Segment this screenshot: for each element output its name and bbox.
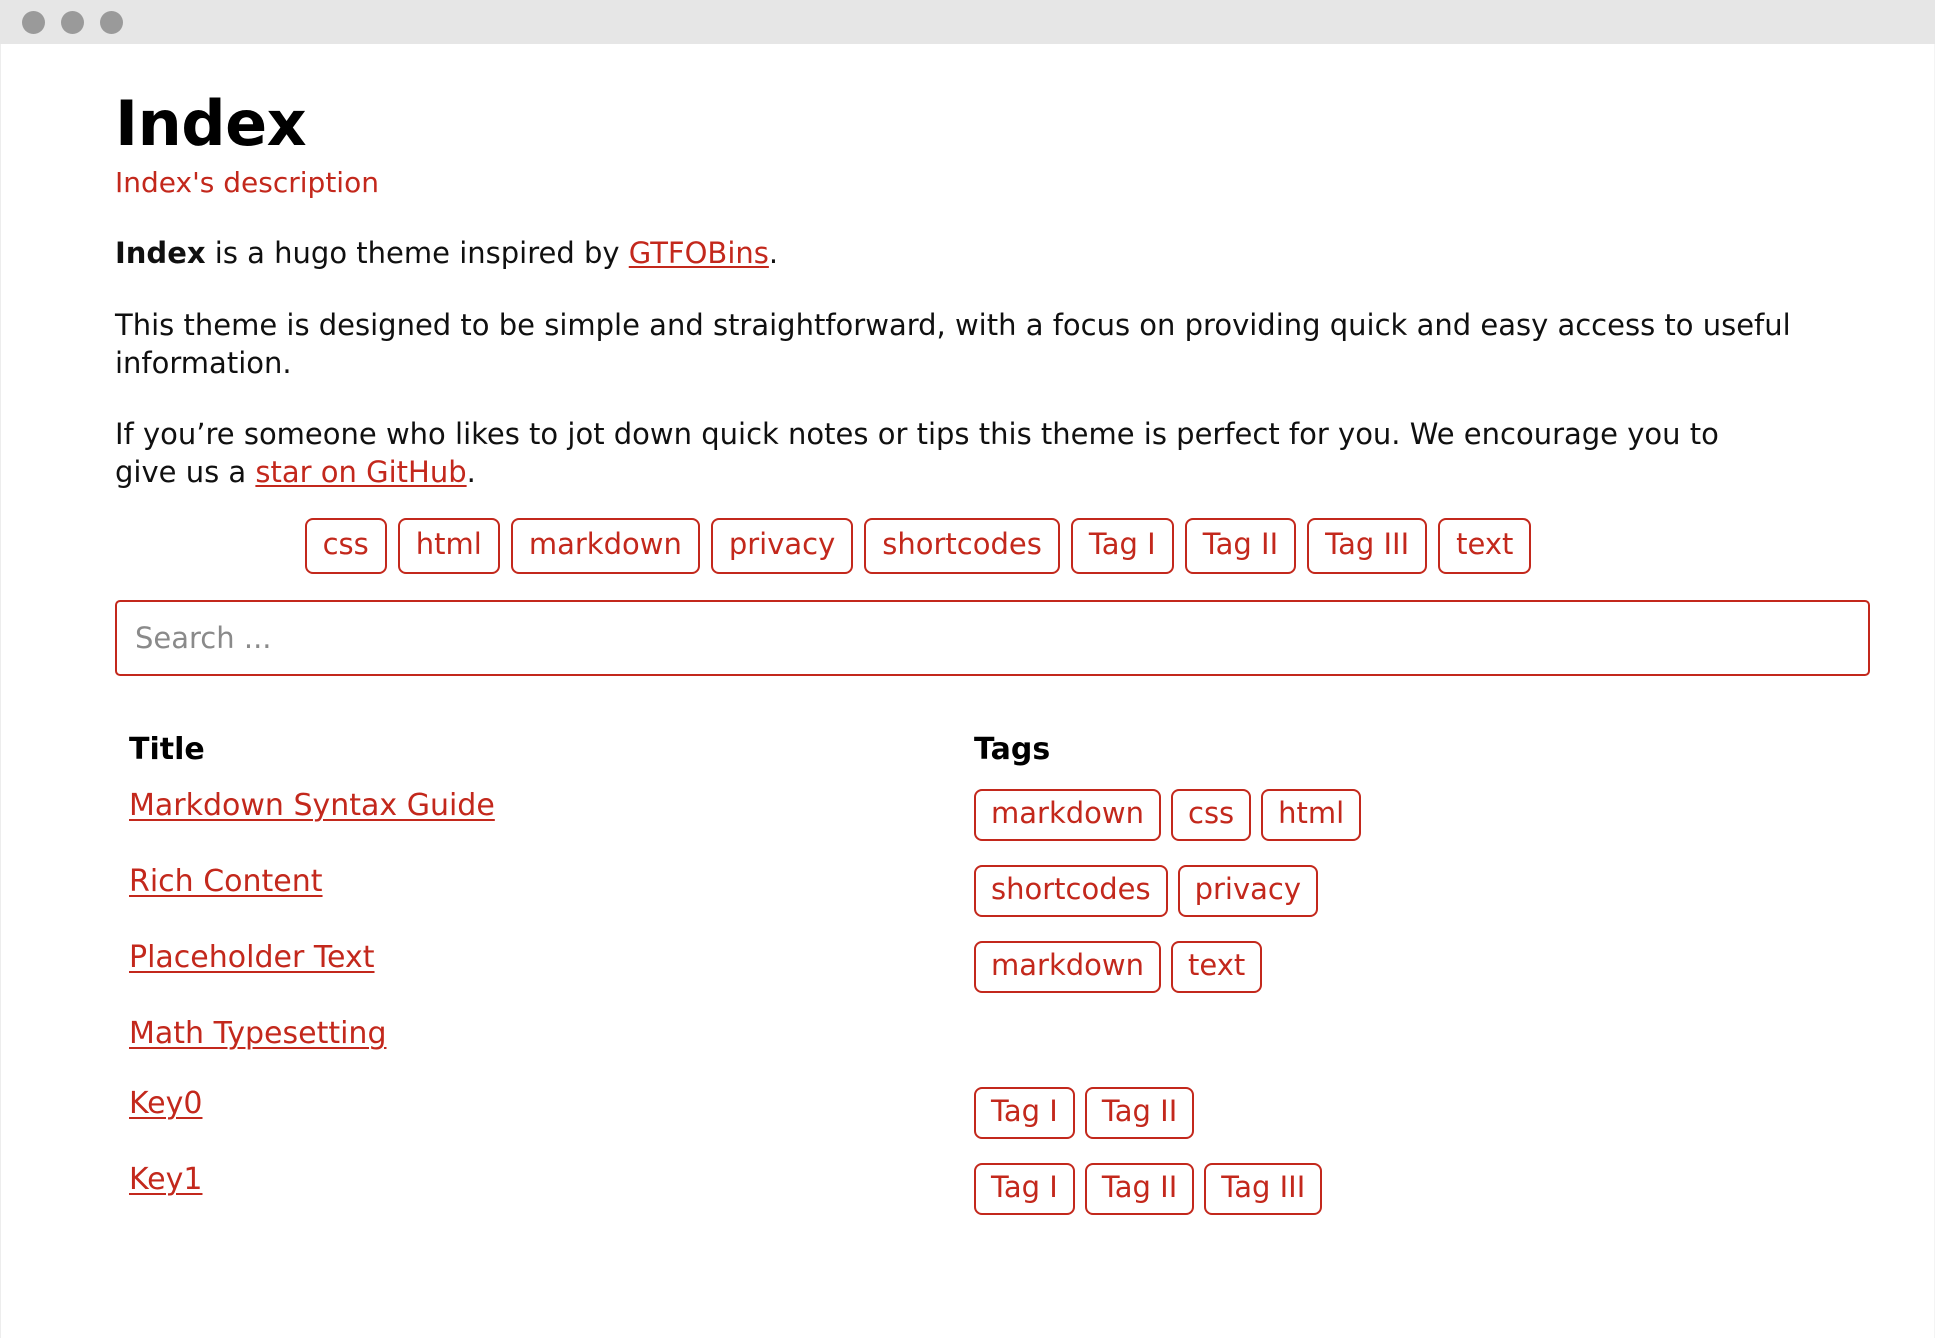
tag-filter-pill[interactable]: text: [1438, 517, 1532, 574]
row-title-link[interactable]: Placeholder Text: [129, 940, 375, 975]
tag-filter-pill[interactable]: html: [397, 517, 500, 574]
browser-window: Index Index's description Index is a hug…: [0, 0, 1935, 1338]
table-row: Key1 Tag I Tag II Tag III: [115, 1162, 1855, 1239]
window-titlebar: [0, 0, 1935, 44]
intro-paragraph-2: This theme is designed to be simple and …: [115, 307, 1791, 380]
row-tag-list: Tag I Tag II Tag III: [974, 1162, 1855, 1215]
row-tag-pill[interactable]: text: [1171, 940, 1263, 993]
tag-filter-row: css html markdown privacy shortcodes Tag I Tag…: [115, 517, 1835, 574]
row-title-cell: Markdown Syntax Guide: [115, 788, 960, 865]
search-input[interactable]: [115, 599, 1870, 676]
row-title-cell: Rich Content: [115, 864, 960, 941]
row-tags-cell: [960, 1017, 1855, 1087]
row-tag-pill[interactable]: Tag I: [974, 1086, 1075, 1139]
listing-header-row: Title Tags: [115, 732, 1855, 789]
page-description: Index's description: [115, 166, 379, 200]
row-tag-pill[interactable]: Tag II: [1084, 1086, 1195, 1139]
page-content: Index Index's description Index is a hug…: [1, 44, 1934, 1239]
row-tags-cell: Tag I Tag II: [960, 1086, 1855, 1163]
row-title-link[interactable]: Rich Content: [129, 864, 323, 899]
intro-paragraph-1-end: .: [768, 236, 779, 271]
table-row: Math Typesetting: [115, 1016, 1855, 1087]
row-tags-cell: markdown css html: [960, 788, 1855, 865]
intro-bold-term: Index: [115, 236, 206, 271]
row-tags-cell: markdown text: [960, 940, 1855, 1017]
listing-body: Markdown Syntax Guide markdown css html Rich…: [115, 788, 1855, 1239]
row-tag-pill[interactable]: css: [1171, 788, 1252, 841]
row-tag-pill[interactable]: markdown: [974, 940, 1161, 993]
row-tag-pill[interactable]: shortcodes: [974, 864, 1168, 917]
row-tags-cell: Tag I Tag II Tag III: [960, 1162, 1855, 1239]
row-title-cell: Key1: [115, 1162, 960, 1239]
row-tag-list: markdown text: [974, 940, 1855, 993]
column-header-title: Title: [129, 731, 205, 767]
table-row: Key0 Tag I Tag II: [115, 1086, 1855, 1163]
intro-paragraph-1-mid: is a hugo theme inspired by: [205, 236, 629, 271]
row-title-cell: Placeholder Text: [115, 940, 960, 1017]
row-tags-cell: shortcodes privacy: [960, 864, 1855, 941]
row-tag-list: shortcodes privacy: [974, 864, 1855, 917]
table-row: Markdown Syntax Guide markdown css html: [115, 788, 1855, 865]
row-tag-pill[interactable]: html: [1261, 788, 1362, 841]
intro-paragraph-3-end: .: [466, 455, 476, 490]
tag-filter-pill[interactable]: Tag I: [1070, 517, 1174, 574]
maximize-dot[interactable]: [100, 10, 123, 34]
table-row: Rich Content shortcodes privacy: [115, 864, 1855, 941]
row-title-cell: Key0: [115, 1086, 960, 1163]
column-header-tags: Tags: [974, 731, 1051, 767]
intro-paragraph-1: Index is a hugo theme inspired by GTFOBi…: [115, 234, 1855, 272]
star-on-github-link[interactable]: star on GitHub: [255, 455, 466, 489]
tag-filter-pill[interactable]: Tag III: [1307, 517, 1428, 574]
search-container: [115, 599, 1870, 676]
row-title-cell: Math Typesetting: [115, 1016, 960, 1087]
tag-filter-pill[interactable]: Tag II: [1184, 517, 1297, 574]
row-tag-list: [974, 1017, 1855, 1025]
tag-filter-pill[interactable]: markdown: [510, 517, 700, 574]
listing-head: Title Tags: [115, 732, 1855, 789]
row-title-link[interactable]: Key1: [129, 1162, 202, 1197]
row-title-link[interactable]: Math Typesetting: [129, 1016, 387, 1051]
intro-paragraph-3: If you’re someone who likes to jot down …: [115, 415, 1755, 492]
page-viewport: Index Index's description Index is a hug…: [0, 44, 1935, 1338]
row-tag-pill[interactable]: markdown: [974, 788, 1161, 841]
row-tag-pill[interactable]: Tag I: [974, 1162, 1075, 1215]
table-row: Placeholder Text markdown text: [115, 940, 1855, 1017]
tag-filter-pill[interactable]: privacy: [710, 517, 854, 574]
gtfobins-link[interactable]: GTFOBins: [629, 236, 769, 270]
page-title: Index: [115, 87, 307, 160]
tag-filter-pill[interactable]: css: [304, 517, 387, 574]
row-tag-pill[interactable]: Tag II: [1084, 1162, 1195, 1215]
row-tag-pill[interactable]: Tag III: [1204, 1162, 1323, 1215]
minimize-dot[interactable]: [61, 10, 84, 34]
tag-filter-pill[interactable]: shortcodes: [864, 517, 1060, 574]
close-dot[interactable]: [22, 10, 45, 34]
row-title-link[interactable]: Key0: [129, 1086, 202, 1121]
row-tag-list: Tag I Tag II: [974, 1086, 1855, 1139]
row-tag-pill[interactable]: privacy: [1177, 864, 1319, 917]
row-title-link[interactable]: Markdown Syntax Guide: [129, 788, 495, 823]
content-listing-table: Title Tags Markdown Syntax Guide markdown…: [115, 732, 1855, 1239]
row-tag-list: markdown css html: [974, 788, 1855, 841]
